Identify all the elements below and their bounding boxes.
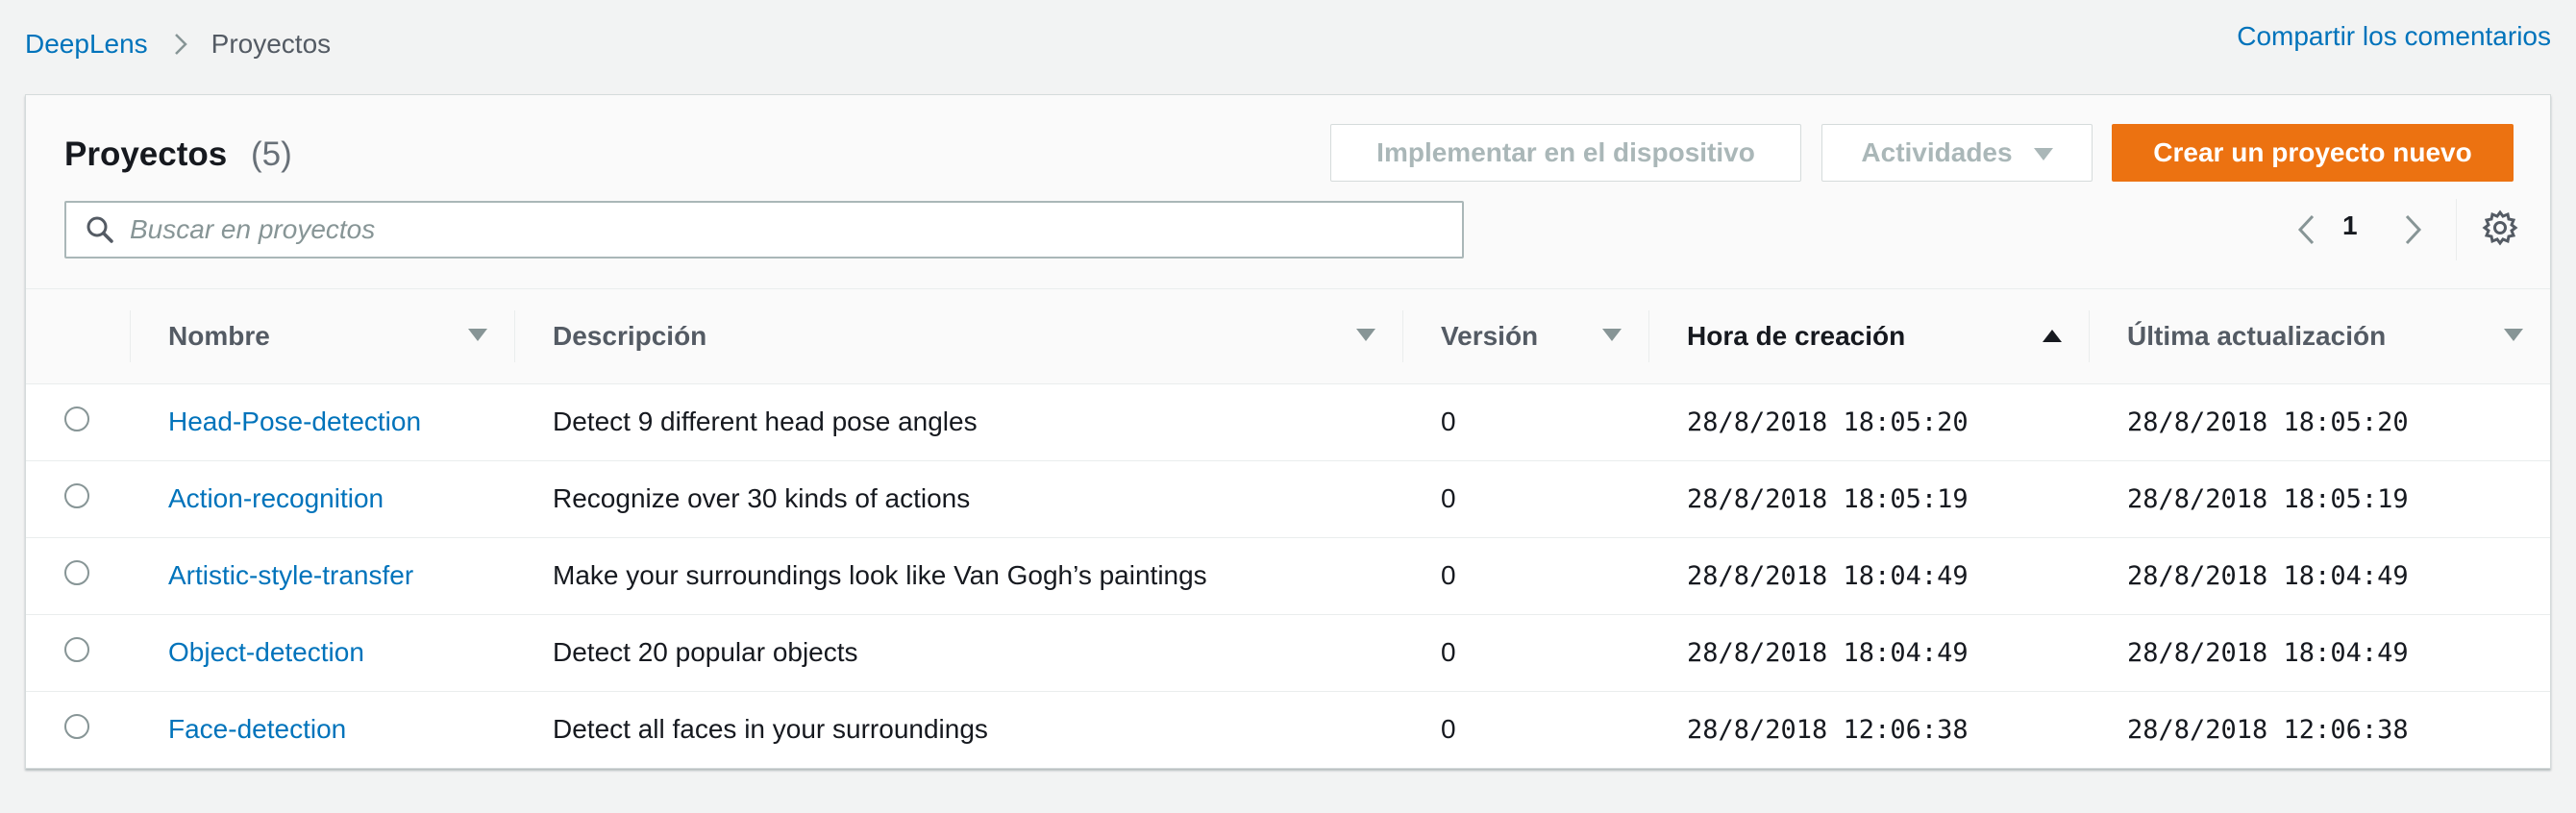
gear-icon[interactable] xyxy=(2481,209,2519,247)
header-name-label: Nombre xyxy=(168,320,270,351)
project-name-link[interactable]: Artistic-style-transfer xyxy=(130,537,514,614)
project-version: 0 xyxy=(1441,560,1456,590)
project-description: Recognize over 30 kinds of actions xyxy=(553,483,971,513)
deploy-button-label: Implementar en el dispositivo xyxy=(1376,137,1755,167)
row-select-cell xyxy=(26,383,130,460)
project-description: Detect 9 different head pose angles xyxy=(553,406,978,436)
project-created: 28/8/2018 18:05:20 xyxy=(1687,406,1969,437)
breadcrumb-current: Proyectos xyxy=(211,29,332,59)
page-title: Proyectos xyxy=(64,136,228,173)
project-name-link[interactable]: Head-Pose-detection xyxy=(130,383,514,460)
create-project-button[interactable]: Crear un proyecto nuevo xyxy=(2112,124,2514,182)
divider xyxy=(2456,199,2457,260)
chevron-right-icon xyxy=(2405,214,2422,245)
row-select-cell xyxy=(26,537,130,614)
share-feedback-link[interactable]: Compartir los comentarios xyxy=(2237,21,2551,52)
project-updated: 28/8/2018 18:05:20 xyxy=(2127,406,2409,437)
header-created-label: Hora de creación xyxy=(1687,320,1906,351)
project-created: 28/8/2018 18:05:19 xyxy=(1687,483,1969,514)
table-header-row: Nombre Descripción Versión Hora de creac… xyxy=(26,289,2550,384)
panel-header: Proyectos (5) Implementar en el disposit… xyxy=(26,95,2550,289)
header-created[interactable]: Hora de creación xyxy=(1648,289,2089,384)
chevron-right-icon xyxy=(173,32,188,57)
header-version-label: Versión xyxy=(1441,320,1539,351)
table-row[interactable]: Artistic-style-transfer Make your surrou… xyxy=(26,537,2550,614)
header-version[interactable]: Versión xyxy=(1402,289,1648,384)
header-description-label: Descripción xyxy=(553,320,707,351)
search-icon xyxy=(86,215,114,244)
actions-dropdown-button[interactable]: Actividades xyxy=(1821,124,2093,182)
table-row[interactable]: Object-detection Detect 20 popular objec… xyxy=(26,614,2550,691)
row-radio-button[interactable] xyxy=(64,713,89,739)
row-select-cell xyxy=(26,691,130,768)
project-version: 0 xyxy=(1441,637,1456,667)
row-select-cell xyxy=(26,460,130,537)
row-radio-button[interactable] xyxy=(64,482,89,508)
project-description: Detect all faces in your surroundings xyxy=(553,714,988,745)
previous-page-button[interactable] xyxy=(2296,207,2316,253)
project-count: (5) xyxy=(251,136,292,173)
create-button-label: Crear un proyecto nuevo xyxy=(2153,137,2472,167)
next-page-button[interactable] xyxy=(2404,207,2423,253)
table-row[interactable]: Head-Pose-detection Detect 9 different h… xyxy=(26,383,2550,460)
project-updated: 28/8/2018 18:05:19 xyxy=(2127,483,2409,514)
search-input[interactable] xyxy=(130,205,1437,255)
header-description[interactable]: Descripción xyxy=(514,289,1402,384)
chevron-left-icon xyxy=(2297,214,2315,245)
actions-button-label: Actividades xyxy=(1861,137,2013,167)
row-radio-button[interactable] xyxy=(64,636,89,662)
sort-up-icon xyxy=(2043,329,2066,344)
row-select-cell xyxy=(26,614,130,691)
projects-panel: Proyectos (5) Implementar en el disposit… xyxy=(25,94,2551,769)
sort-down-icon xyxy=(2504,328,2527,344)
header-updated-label: Última actualización xyxy=(2127,320,2387,351)
caret-down-icon xyxy=(2033,137,2053,168)
header-name[interactable]: Nombre xyxy=(130,289,514,384)
table-row[interactable]: Action-recognition Recognize over 30 kin… xyxy=(26,460,2550,537)
top-bar: DeepLens Proyectos Compartir los comenta… xyxy=(0,0,2576,94)
sort-down-icon xyxy=(468,328,491,344)
project-name-link[interactable]: Object-detection xyxy=(130,614,514,691)
breadcrumb-deeplens-link[interactable]: DeepLens xyxy=(25,29,148,60)
row-radio-button[interactable] xyxy=(64,559,89,585)
breadcrumb: DeepLens Proyectos xyxy=(25,29,331,60)
header-select xyxy=(26,289,130,384)
project-created: 28/8/2018 12:06:38 xyxy=(1687,714,1969,745)
project-description: Make your surroundings look like Van Gog… xyxy=(553,560,1207,590)
project-version: 0 xyxy=(1441,406,1456,436)
project-version: 0 xyxy=(1441,714,1456,745)
table-row[interactable]: Face-detection Detect all faces in your … xyxy=(26,691,2550,768)
project-updated: 28/8/2018 12:06:38 xyxy=(2127,714,2409,745)
project-name-link[interactable]: Face-detection xyxy=(130,691,514,768)
project-created: 28/8/2018 18:04:49 xyxy=(1687,637,1969,668)
project-description: Detect 20 popular objects xyxy=(553,637,858,667)
current-page-number[interactable]: 1 xyxy=(2342,210,2358,241)
project-created: 28/8/2018 18:04:49 xyxy=(1687,560,1969,591)
header-updated[interactable]: Última actualización xyxy=(2089,289,2550,384)
project-updated: 28/8/2018 18:04:49 xyxy=(2127,560,2409,591)
sort-down-icon xyxy=(1602,328,1625,344)
sort-down-icon xyxy=(1356,328,1379,344)
search-box xyxy=(64,201,1464,259)
project-version: 0 xyxy=(1441,483,1456,513)
row-radio-button[interactable] xyxy=(64,406,89,431)
project-updated: 28/8/2018 18:04:49 xyxy=(2127,637,2409,668)
deploy-to-device-button[interactable]: Implementar en el dispositivo xyxy=(1330,124,1801,182)
projects-table: Nombre Descripción Versión Hora de creac… xyxy=(26,289,2550,768)
project-name-link[interactable]: Action-recognition xyxy=(130,460,514,537)
